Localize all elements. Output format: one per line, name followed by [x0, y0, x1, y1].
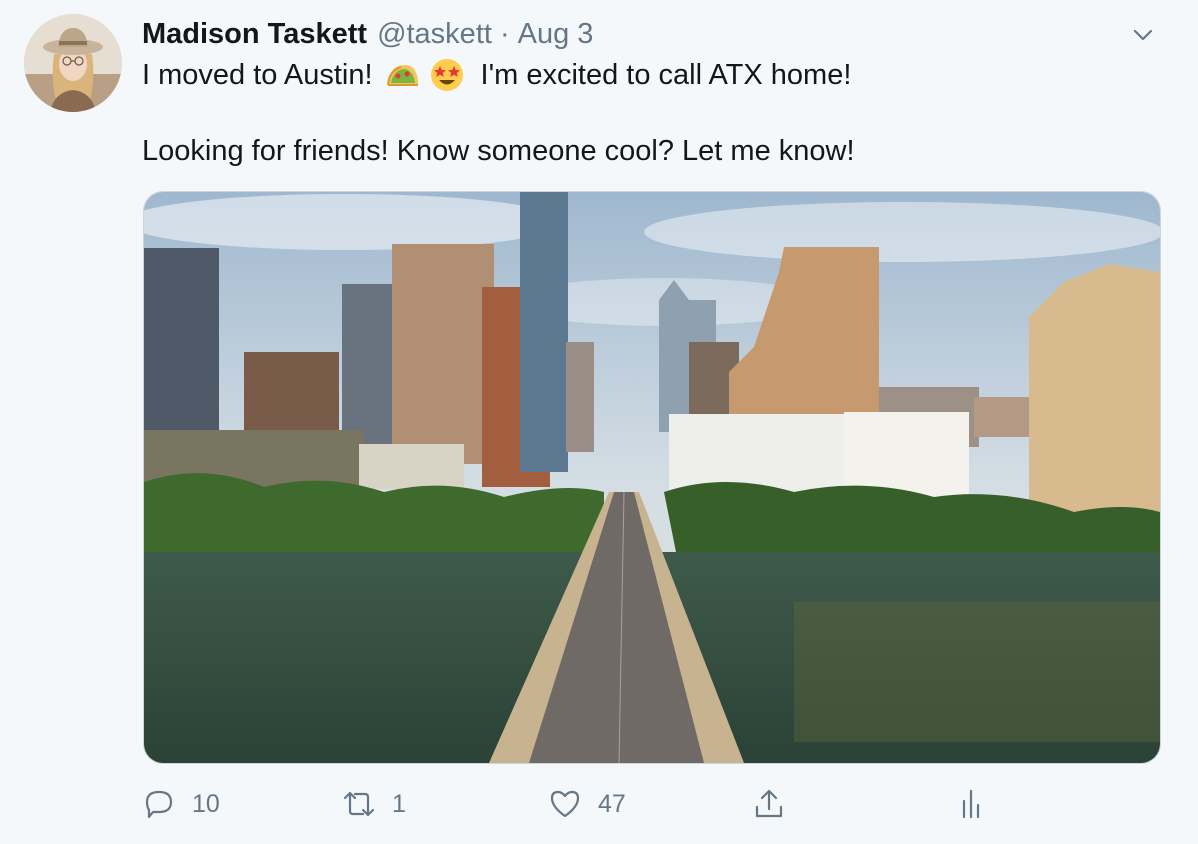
reply-count: 10: [192, 789, 220, 818]
analytics-icon: [962, 789, 980, 819]
star-struck-emoji-icon: [430, 59, 463, 91]
avatar[interactable]: [24, 14, 122, 112]
retweet-count: 1: [392, 789, 406, 818]
tweet-text-part-2: I'm excited to call ATX home!: [480, 59, 852, 91]
tweet-photo[interactable]: [143, 191, 1161, 764]
like-button[interactable]: 47: [548, 782, 626, 826]
tweet-text-line-1: I moved to Austin! I'm excited to call A…: [142, 56, 1142, 94]
reply-button[interactable]: 10: [142, 782, 220, 826]
tweet-card[interactable]: Madison Taskett @taskett · Aug 3 I moved…: [0, 0, 1198, 844]
like-count: 47: [598, 789, 626, 818]
chevron-down-icon: [1133, 29, 1153, 41]
austin-skyline-photo: [144, 192, 1160, 763]
analytics-button[interactable]: [954, 782, 988, 826]
retweet-button[interactable]: 1: [342, 782, 406, 826]
tweet-header: Madison Taskett @taskett · Aug 3: [142, 14, 593, 54]
author-name[interactable]: Madison Taskett: [142, 18, 367, 51]
taco-emoji-icon: [386, 65, 418, 86]
more-options-button[interactable]: [1128, 20, 1158, 50]
author-handle[interactable]: @taskett: [377, 18, 492, 51]
separator-dot: ·: [499, 17, 510, 50]
tweet-text-line-2: Looking for friends! Know someone cool? …: [142, 135, 855, 167]
reply-icon: [145, 790, 173, 819]
retweet-icon: [343, 791, 375, 817]
tweet-text: I moved to Austin! I'm excited to call A…: [142, 56, 1142, 170]
share-button[interactable]: [752, 782, 786, 826]
timestamp[interactable]: Aug 3: [518, 18, 594, 51]
tweet-text-part-1: I moved to Austin!: [142, 59, 373, 91]
tweet-actions: 10 1 47: [142, 782, 1152, 826]
avatar-image: [24, 14, 122, 112]
share-icon: [755, 789, 783, 818]
like-icon: [550, 790, 580, 818]
